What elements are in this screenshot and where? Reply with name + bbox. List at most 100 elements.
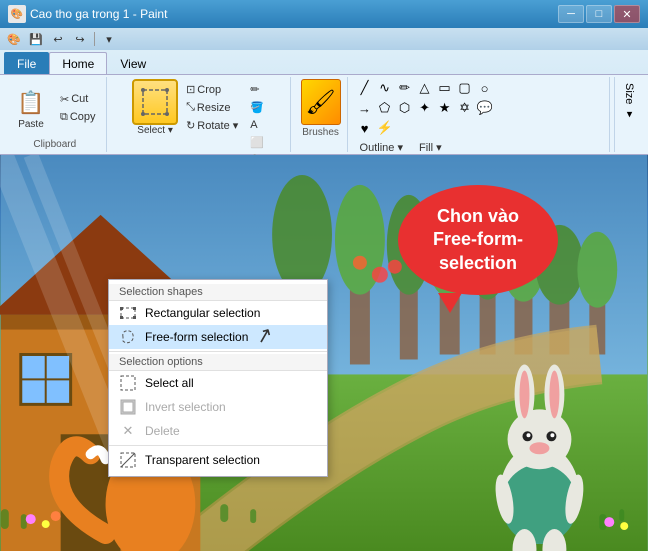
crop-button[interactable]: ⊡ Crop (182, 81, 242, 98)
clipboard-group-content: 📋 Paste ✂ Cut ⧉ Copy (10, 79, 100, 137)
pencil-icon: ✏ (250, 83, 259, 96)
copy-button[interactable]: ⧉ Copy (56, 109, 100, 126)
crop-icon: ⊡ (186, 83, 195, 96)
brushes-label: Brushes (302, 127, 339, 138)
copy-icon: ⧉ (60, 111, 68, 124)
size-group: Size ▾ (614, 77, 644, 152)
shape-star4[interactable]: ✦ (416, 99, 434, 117)
shape-arrow[interactable]: → (356, 99, 374, 117)
invert-selection-item: Invert selection (109, 395, 327, 419)
select-all-icon (119, 374, 137, 392)
transparent-selection-icon (119, 451, 137, 469)
clipboard-group: 📋 Paste ✂ Cut ⧉ Copy Clipboard (4, 77, 107, 152)
ribbon-tabs: File Home View (0, 50, 648, 74)
freeform-selection-item[interactable]: Free-form selection (109, 325, 327, 349)
maximize-button[interactable]: □ (586, 5, 612, 23)
freeform-selection-icon (119, 328, 137, 346)
minimize-button[interactable]: ─ (558, 5, 584, 23)
redo-button[interactable]: ↪ (70, 30, 90, 48)
select-label: Select ▾ (137, 125, 173, 136)
cut-button[interactable]: ✂ Cut (56, 91, 100, 108)
crop-resize-col: ⊡ Crop ⤡ Resize ↻ Rotate ▾ (182, 81, 242, 134)
shape-star5[interactable]: ★ (436, 99, 454, 117)
eraser-button[interactable]: ⬜ (246, 134, 268, 151)
delete-item: ✕ Delete (109, 419, 327, 443)
rotate-button[interactable]: ↻ Rotate ▾ (182, 117, 242, 134)
select-tool[interactable]: Select ▾ (132, 79, 178, 136)
shape-curve[interactable]: ∿ (376, 79, 394, 97)
delete-label: Delete (145, 424, 180, 438)
resize-icon: ⤡ (186, 101, 195, 114)
close-button[interactable]: ✕ (614, 5, 640, 23)
eraser-icon: ⬜ (250, 136, 264, 149)
callout-text: Chon vàoFree-form-selection (433, 205, 523, 275)
selection-options-section: Selection options (109, 354, 327, 371)
shape-line[interactable]: ╱ (356, 79, 374, 97)
shape-callout[interactable]: 💬 (476, 99, 494, 117)
tab-file[interactable]: File (4, 52, 49, 74)
window-title: Cao tho ga trong 1 - Paint (30, 7, 558, 21)
save-button[interactable]: 💾 (26, 30, 46, 48)
title-bar: 🎨 Cao tho ga trong 1 - Paint ─ □ ✕ (0, 0, 648, 28)
image-tools-group: Select ▾ ⊡ Crop ⤡ Resize ↻ Rotate (111, 77, 291, 152)
invert-selection-icon (119, 398, 137, 416)
brushes-icon[interactable]: 🖌 (301, 79, 341, 125)
select-icon (132, 79, 178, 125)
rectangular-selection-icon (119, 304, 137, 322)
resize-button[interactable]: ⤡ Resize (182, 99, 242, 116)
freeform-selection-label: Free-form selection (145, 330, 248, 344)
text-button[interactable]: A (246, 117, 268, 133)
toolbar-separator (94, 32, 95, 46)
fill-button[interactable]: 🪣 (246, 99, 268, 116)
shape-pentagon[interactable]: ⬠ (376, 99, 394, 117)
cut-icon: ✂ (60, 93, 69, 106)
shape-freeform[interactable]: ✏ (396, 79, 414, 97)
rectangular-selection-label: Rectangular selection (145, 306, 260, 320)
shape-hexagon[interactable]: ⬡ (396, 99, 414, 117)
pencil-button[interactable]: ✏ (246, 81, 268, 98)
rectangular-selection-item[interactable]: Rectangular selection (109, 301, 327, 325)
clipboard-label: Clipboard (33, 139, 76, 150)
clipboard-secondary: ✂ Cut ⧉ Copy (56, 91, 100, 126)
shape-ellipse[interactable]: ○ (476, 79, 494, 97)
invert-selection-label: Invert selection (145, 400, 226, 414)
shape-lightning[interactable]: ⚡ (376, 119, 394, 137)
shape-rect[interactable]: ▭ (436, 79, 454, 97)
ribbon: File Home View 📋 Paste ✂ Cut ⧉ Copy (0, 50, 648, 155)
select-all-item[interactable]: Select all (109, 371, 327, 395)
dropdown-separator-1 (109, 351, 327, 352)
shape-star6[interactable]: ✡ (456, 99, 474, 117)
select-all-label: Select all (145, 376, 194, 390)
quick-access-toolbar: 🎨 💾 ↩ ↪ ▾ (0, 28, 648, 50)
selection-shapes-section: Selection shapes (109, 284, 327, 301)
fill-icon: 🪣 (250, 101, 264, 114)
undo-button[interactable]: ↩ (48, 30, 68, 48)
callout-bubble: Chon vàoFree-form-selection (398, 185, 558, 295)
paste-button[interactable]: 📋 Paste (10, 84, 52, 133)
canvas-area: Chon vàoFree-form-selection Selection sh… (0, 155, 648, 551)
dropdown-menu: Selection shapes Rectangular selection F… (108, 279, 328, 477)
shapes-group: ╱ ∿ ✏ △ ▭ ▢ ○ → ⬠ ⬡ ✦ ★ ✡ 💬 ♥ ⚡ Outline … (352, 77, 610, 152)
outline-button[interactable]: Outline ▾ (356, 139, 407, 156)
shape-triangle[interactable]: △ (416, 79, 434, 97)
app-icon: 🎨 (8, 5, 26, 23)
brushes-group: 🖌 Brushes (295, 77, 348, 152)
app-menu-icon[interactable]: 🎨 (4, 30, 24, 48)
customize-button[interactable]: ▾ (99, 30, 119, 48)
shape-roundrect[interactable]: ▢ (456, 79, 474, 97)
transparent-selection-item[interactable]: Transparent selection (109, 448, 327, 472)
shapes-palette: ╱ ∿ ✏ △ ▭ ▢ ○ → ⬠ ⬡ ✦ ★ ✡ 💬 ♥ ⚡ (356, 79, 496, 137)
shape-heart[interactable]: ♥ (356, 119, 374, 137)
transparent-selection-label: Transparent selection (145, 453, 260, 467)
fill-color-button[interactable]: Fill ▾ (415, 139, 446, 156)
paste-icon: 📋 (15, 87, 47, 119)
size-label[interactable]: Size ▾ (619, 79, 640, 124)
tab-view[interactable]: View (107, 52, 159, 74)
rotate-icon: ↻ (186, 119, 195, 132)
ribbon-content: 📋 Paste ✂ Cut ⧉ Copy Clipboard (0, 74, 648, 154)
delete-icon: ✕ (119, 422, 137, 440)
tab-home[interactable]: Home (49, 52, 107, 74)
window-controls: ─ □ ✕ (558, 5, 640, 23)
shapes-options: Outline ▾ Fill ▾ (356, 139, 605, 156)
dropdown-separator-2 (109, 445, 327, 446)
